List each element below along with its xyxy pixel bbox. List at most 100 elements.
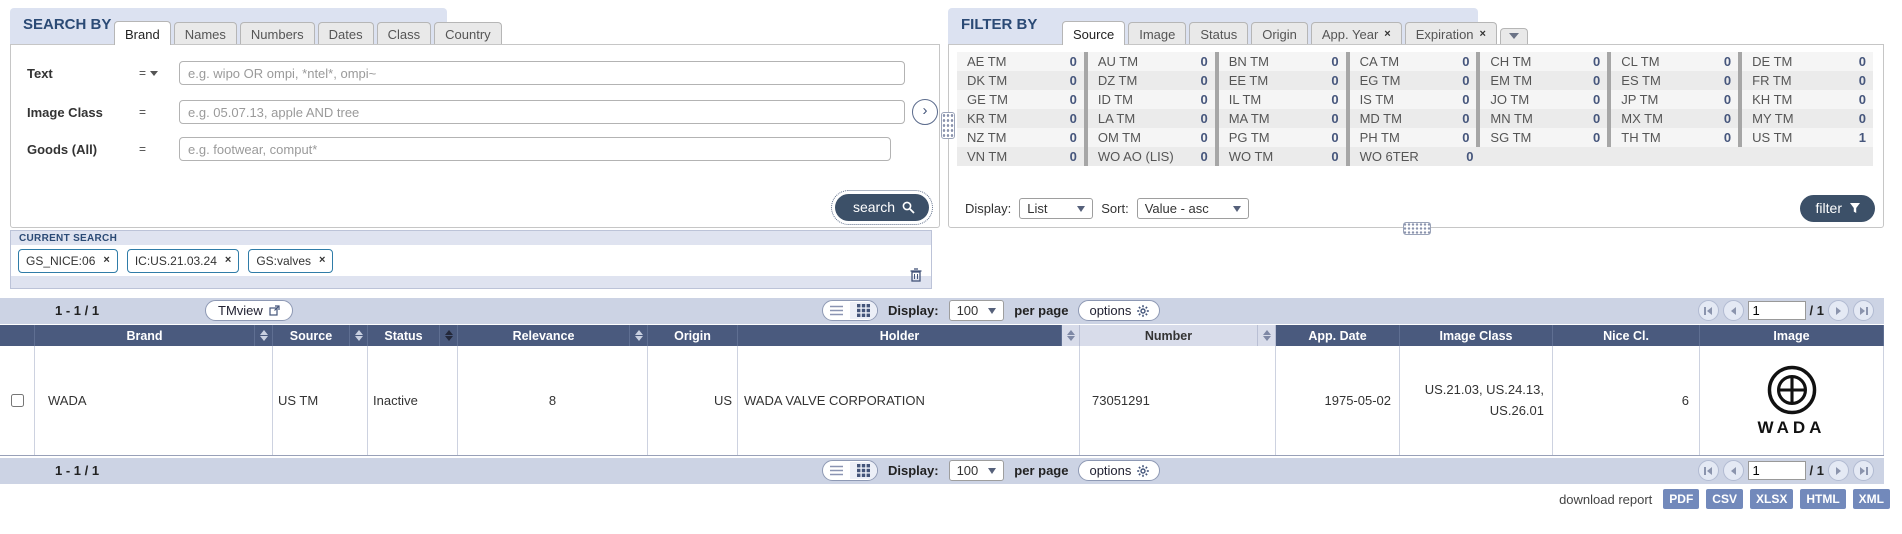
filter-display-select[interactable]: List bbox=[1019, 198, 1093, 219]
filter-count-id-tm[interactable]: ID TM0 bbox=[1088, 90, 1219, 109]
col-header-image[interactable]: Image bbox=[1700, 325, 1884, 346]
filter-count-bn-tm[interactable]: BN TM0 bbox=[1219, 52, 1350, 71]
last-page-button[interactable] bbox=[1853, 300, 1874, 321]
prev-page-button[interactable] bbox=[1723, 300, 1744, 321]
filter-count-is-tm[interactable]: IS TM0 bbox=[1350, 90, 1481, 109]
panel-resize-handle-vertical[interactable] bbox=[941, 112, 955, 139]
col-header-nice-cl[interactable]: Nice Cl. bbox=[1553, 325, 1700, 346]
search-tab-country[interactable]: Country bbox=[434, 22, 502, 45]
filter-resize-handle[interactable] bbox=[1403, 222, 1431, 235]
next-page-button[interactable] bbox=[1828, 300, 1849, 321]
filter-count-ch-tm[interactable]: CH TM0 bbox=[1480, 52, 1611, 71]
filter-tab-source[interactable]: Source bbox=[1062, 21, 1125, 45]
grid-view-icon[interactable] bbox=[850, 302, 877, 319]
prev-page-button[interactable] bbox=[1723, 460, 1744, 481]
filter-count-ee-tm[interactable]: EE TM0 bbox=[1219, 71, 1350, 90]
search-tab-brand[interactable]: Brand bbox=[114, 21, 171, 45]
filter-tab-expiration[interactable]: Expiration× bbox=[1405, 22, 1497, 45]
first-page-button[interactable] bbox=[1698, 460, 1719, 481]
filter-count-vn-tm[interactable]: VN TM0 bbox=[957, 147, 1088, 166]
search-tab-class[interactable]: Class bbox=[377, 22, 432, 45]
filter-count-ca-tm[interactable]: CA TM0 bbox=[1350, 52, 1481, 71]
sort-icon-number-right[interactable] bbox=[1258, 325, 1276, 346]
tmview-button[interactable]: TMview bbox=[205, 300, 293, 321]
col-header-brand[interactable]: Brand bbox=[35, 325, 255, 346]
sort-icon-status[interactable] bbox=[350, 325, 368, 346]
filter-count-us-tm[interactable]: US TM1 bbox=[1742, 128, 1873, 147]
search-tab-numbers[interactable]: Numbers bbox=[240, 22, 315, 45]
download-xlsx-button[interactable]: XLSX bbox=[1750, 489, 1793, 509]
filter-count-ph-tm[interactable]: PH TM0 bbox=[1350, 128, 1481, 147]
filter-count-dz-tm[interactable]: DZ TM0 bbox=[1088, 71, 1219, 90]
filter-count-wo-6ter[interactable]: WO 6TER0 bbox=[1350, 147, 1481, 166]
filter-count-cl-tm[interactable]: CL TM0 bbox=[1611, 52, 1742, 71]
options-button[interactable]: options bbox=[1078, 300, 1160, 321]
list-view-icon[interactable] bbox=[823, 303, 850, 318]
next-page-button[interactable] bbox=[1828, 460, 1849, 481]
filter-tab-origin[interactable]: Origin bbox=[1251, 22, 1308, 45]
filter-count-il-tm[interactable]: IL TM0 bbox=[1219, 90, 1350, 109]
filter-count-kr-tm[interactable]: KR TM0 bbox=[957, 109, 1088, 128]
col-header-holder[interactable]: Holder bbox=[738, 325, 1062, 346]
search-chip-gs-valves[interactable]: GS:valves× bbox=[248, 249, 333, 273]
filter-count-de-tm[interactable]: DE TM0 bbox=[1742, 52, 1873, 71]
search-chip-gs-nice-06[interactable]: GS_NICE:06× bbox=[18, 249, 118, 273]
filter-count-om-tm[interactable]: OM TM0 bbox=[1088, 128, 1219, 147]
filter-sort-select[interactable]: Value - asc bbox=[1137, 198, 1249, 219]
sort-icon-number[interactable] bbox=[1062, 325, 1080, 346]
col-header-status[interactable]: Status bbox=[368, 325, 440, 346]
filter-count-ge-tm[interactable]: GE TM0 bbox=[957, 90, 1088, 109]
result-row[interactable]: WADA US TM Inactive 8 US WADA VALVE CORP… bbox=[0, 346, 1884, 456]
options-button-bottom[interactable]: options bbox=[1078, 460, 1160, 481]
filter-count-ma-tm[interactable]: MA TM0 bbox=[1219, 109, 1350, 128]
col-header-number[interactable]: Number bbox=[1080, 325, 1258, 346]
filter-count-es-tm[interactable]: ES TM0 bbox=[1611, 71, 1742, 90]
download-pdf-button[interactable]: PDF bbox=[1663, 489, 1699, 509]
sort-icon-origin[interactable] bbox=[630, 325, 648, 346]
download-xml-button[interactable]: XML bbox=[1853, 489, 1890, 509]
page-input[interactable] bbox=[1748, 301, 1806, 320]
goods-input[interactable] bbox=[179, 137, 891, 161]
more-filters-tab[interactable] bbox=[1500, 28, 1528, 45]
trademark-logo[interactable]: WADA bbox=[1744, 353, 1840, 449]
search-button[interactable]: search bbox=[835, 194, 929, 221]
filter-count-th-tm[interactable]: TH TM0 bbox=[1611, 128, 1742, 147]
last-page-button[interactable] bbox=[1853, 460, 1874, 481]
grid-view-icon[interactable] bbox=[850, 462, 877, 479]
filter-count-nz-tm[interactable]: NZ TM0 bbox=[957, 128, 1088, 147]
download-html-button[interactable]: HTML bbox=[1800, 489, 1845, 509]
search-chip-ic-us-21-03-24[interactable]: IC:US.21.03.24× bbox=[127, 249, 240, 273]
filter-count-pg-tm[interactable]: PG TM0 bbox=[1219, 128, 1350, 147]
filter-count-kh-tm[interactable]: KH TM0 bbox=[1742, 90, 1873, 109]
search-tab-dates[interactable]: Dates bbox=[318, 22, 374, 45]
filter-count-la-tm[interactable]: LA TM0 bbox=[1088, 109, 1219, 128]
per-page-select[interactable]: 100 bbox=[949, 300, 1005, 321]
close-icon[interactable]: × bbox=[103, 255, 109, 266]
filter-count-wo-ao-lis-[interactable]: WO AO (LIS)0 bbox=[1088, 147, 1219, 166]
text-operator[interactable]: = bbox=[139, 66, 179, 80]
search-tab-names[interactable]: Names bbox=[174, 22, 237, 45]
col-header-app-date[interactable]: App. Date bbox=[1276, 325, 1400, 346]
filter-count-eg-tm[interactable]: EG TM0 bbox=[1350, 71, 1481, 90]
close-icon[interactable]: × bbox=[225, 255, 231, 266]
filter-count-fr-tm[interactable]: FR TM0 bbox=[1742, 71, 1873, 90]
filter-count-em-tm[interactable]: EM TM0 bbox=[1480, 71, 1611, 90]
col-header-image-class[interactable]: Image Class bbox=[1400, 325, 1553, 346]
filter-count-ae-tm[interactable]: AE TM0 bbox=[957, 52, 1088, 71]
close-icon[interactable]: × bbox=[1384, 29, 1390, 40]
filter-tab-app-year[interactable]: App. Year× bbox=[1311, 22, 1402, 45]
sort-icon-relevance-active[interactable] bbox=[440, 325, 458, 346]
filter-count-jo-tm[interactable]: JO TM0 bbox=[1480, 90, 1611, 109]
filter-count-mn-tm[interactable]: MN TM0 bbox=[1480, 109, 1611, 128]
filter-count-wo-tm[interactable]: WO TM0 bbox=[1219, 147, 1350, 166]
filter-tab-image[interactable]: Image bbox=[1128, 22, 1186, 45]
close-icon[interactable]: × bbox=[319, 255, 325, 266]
filter-count-au-tm[interactable]: AU TM0 bbox=[1088, 52, 1219, 71]
col-header-relevance[interactable]: Relevance bbox=[458, 325, 630, 346]
filter-tab-status[interactable]: Status bbox=[1189, 22, 1248, 45]
clear-search-trash-button[interactable] bbox=[910, 268, 922, 287]
col-header-source[interactable]: Source bbox=[273, 325, 350, 346]
image-class-browse-button[interactable]: › bbox=[912, 99, 938, 125]
sort-icon-source[interactable] bbox=[255, 325, 273, 346]
page-input-bottom[interactable] bbox=[1748, 461, 1806, 480]
